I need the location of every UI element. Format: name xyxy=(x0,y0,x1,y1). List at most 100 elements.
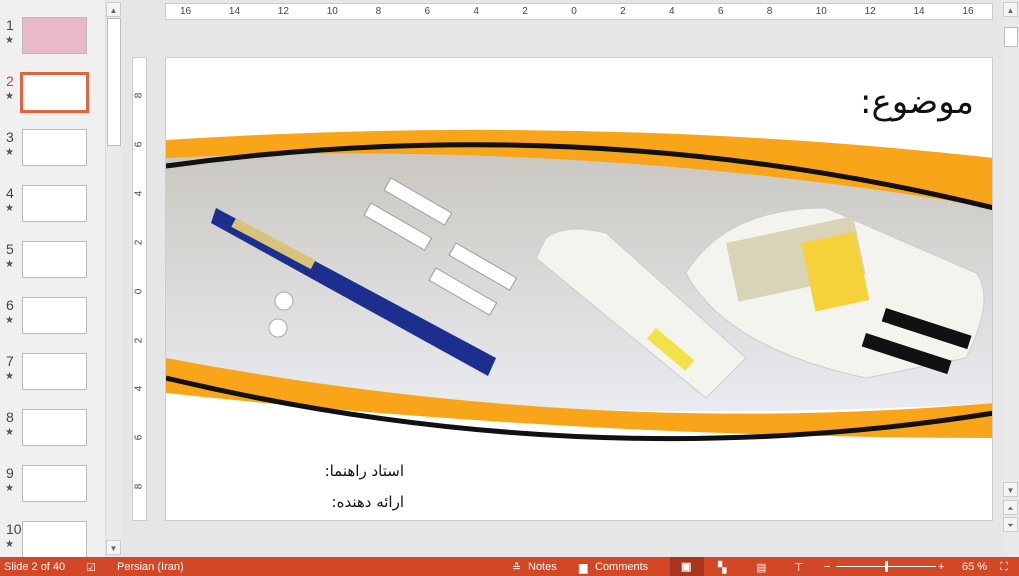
animation-star-icon: ★ xyxy=(5,315,14,326)
slide-number: 4 xyxy=(6,185,14,201)
ruler-label: 6 xyxy=(717,6,724,17)
slide-number: 5 xyxy=(6,241,14,257)
animation-star-icon: ★ xyxy=(5,371,14,382)
slide-thumbnail-panel: 1 ★ 2 ★ 3 ★ 4 ★ 5 ★ 6 ★ 7 ★ 8 ★ 9 ★ 10 ★ xyxy=(0,0,105,558)
ruler-label: 8 xyxy=(133,483,145,490)
ruler-label: 2 xyxy=(133,337,145,343)
slide-number: 10 xyxy=(6,521,22,537)
animation-star-icon: ★ xyxy=(5,483,14,494)
thumbnail-image xyxy=(22,465,87,502)
editor-scrollbar[interactable]: ▲ ▼ ⏶ ⏷ xyxy=(1003,0,1019,557)
slide-thumbnail[interactable]: 9 ★ xyxy=(0,465,105,515)
slide-number: 3 xyxy=(6,129,14,145)
slide-thumbnail[interactable]: 7 ★ xyxy=(0,353,105,403)
animation-star-icon: ★ xyxy=(5,203,14,214)
slide-thumbnail[interactable]: 6 ★ xyxy=(0,297,105,347)
ruler-label: 6 xyxy=(133,141,145,148)
slide-number: 2 xyxy=(6,73,14,89)
ruler-label: 8 xyxy=(133,92,145,99)
ruler-label: 2 xyxy=(522,6,528,17)
ruler-label: 4 xyxy=(473,6,479,17)
notes-icon[interactable]: ≙ xyxy=(512,561,521,574)
animation-star-icon: ★ xyxy=(5,539,14,550)
slide-thumbnail[interactable]: 2 ★ xyxy=(0,72,105,123)
scroll-down-button[interactable]: ▼ xyxy=(1003,482,1018,497)
ruler-label: 4 xyxy=(133,386,145,392)
slide-number: 7 xyxy=(6,353,14,369)
comments-button[interactable]: Comments xyxy=(595,561,648,573)
ruler-label: 12 xyxy=(277,6,289,17)
normal-view-button[interactable]: ▣ xyxy=(670,557,704,576)
animation-star-icon: ★ xyxy=(5,427,14,438)
thumbnail-image xyxy=(22,297,87,334)
ruler-label: 10 xyxy=(815,6,827,17)
language-indicator[interactable]: Persian (Iran) xyxy=(117,561,184,573)
thumbnail-image xyxy=(22,129,87,166)
reading-view-icon[interactable]: ▤ xyxy=(756,561,766,574)
ruler-label: 8 xyxy=(766,6,773,17)
ruler-label: 12 xyxy=(864,6,876,17)
scroll-down-button[interactable]: ▼ xyxy=(106,540,121,555)
comments-icon[interactable]: ▆ xyxy=(579,561,587,574)
spell-check-icon[interactable]: ☑ xyxy=(86,561,96,574)
ruler-label: 14 xyxy=(228,6,241,17)
next-slide-button[interactable]: ⏷ xyxy=(1003,517,1018,532)
ruler-label: 0 xyxy=(571,6,577,17)
thumbnail-scrollbar[interactable]: ▲ ▼ xyxy=(105,0,122,557)
ruler-label: 4 xyxy=(133,190,145,197)
thumbnail-image xyxy=(22,521,87,558)
vertical-ruler: 8 6 4 2 0 2 4 6 8 xyxy=(132,57,147,521)
slide-title[interactable]: موضوع: xyxy=(860,82,974,122)
animation-star-icon: ★ xyxy=(5,259,14,270)
slide-sorter-icon[interactable]: ▚ xyxy=(718,561,726,574)
ruler-label: 2 xyxy=(620,6,626,17)
ruler-label: 10 xyxy=(326,6,338,17)
previous-slide-button[interactable]: ⏶ xyxy=(1003,500,1018,515)
thumbnail-image xyxy=(22,17,87,54)
thumbnail-image xyxy=(20,72,89,113)
ruler-label: 2 xyxy=(133,239,145,245)
zoom-slider-thumb[interactable] xyxy=(885,561,888,572)
animation-star-icon: ★ xyxy=(5,91,14,102)
ruler-label: 0 xyxy=(133,288,145,294)
presenter-label[interactable]: ارائه دهنده: xyxy=(332,493,404,511)
slideshow-icon[interactable]: ⊤ xyxy=(794,561,804,574)
ruler-label: 6 xyxy=(424,6,431,17)
scroll-thumb[interactable] xyxy=(107,18,121,146)
status-bar: Slide 2 of 40 ☑ Persian (Iran) ≙ Notes ▆… xyxy=(0,557,1019,576)
fit-to-window-icon[interactable]: ⛶ xyxy=(1000,561,1008,574)
animation-star-icon: ★ xyxy=(5,35,14,46)
zoom-level[interactable]: 65 % xyxy=(962,561,987,573)
slide-number: 1 xyxy=(6,17,14,33)
thumbnail-image xyxy=(22,241,87,278)
slide-thumbnail[interactable]: 4 ★ xyxy=(0,185,105,235)
scroll-up-button[interactable]: ▲ xyxy=(1003,2,1018,17)
ruler-label: 16 xyxy=(962,6,974,17)
slide-background-image xyxy=(166,129,992,442)
slide-number: 9 xyxy=(6,465,14,481)
slide-thumbnail[interactable]: 3 ★ xyxy=(0,129,105,179)
thumbnail-image xyxy=(22,409,87,446)
ruler-label: 8 xyxy=(375,6,382,17)
animation-star-icon: ★ xyxy=(5,147,14,158)
scroll-thumb[interactable] xyxy=(1004,27,1018,47)
slide-canvas[interactable]: موضوع: استاد راهنما: ارائه دهنده: xyxy=(165,57,993,521)
zoom-out-button[interactable]: − xyxy=(824,561,830,573)
slide-thumbnail[interactable]: 8 ★ xyxy=(0,409,105,459)
slide-number: 6 xyxy=(6,297,14,313)
slide-thumbnail[interactable]: 5 ★ xyxy=(0,241,105,291)
thumbnail-image xyxy=(22,353,87,390)
thumbnail-image xyxy=(22,185,87,222)
ruler-label: 14 xyxy=(913,6,925,17)
slide-number: 8 xyxy=(6,409,14,425)
slide-counter: Slide 2 of 40 xyxy=(4,561,66,573)
horizontal-ruler: 16 14 12 10 8 6 4 2 0 2 4 6 8 10 12 14 16 xyxy=(165,3,993,20)
advisor-label[interactable]: استاد راهنما: xyxy=(325,462,404,480)
slide-thumbnail[interactable]: 1 ★ xyxy=(0,17,105,67)
scroll-up-button[interactable]: ▲ xyxy=(106,2,121,17)
ruler-label: 6 xyxy=(133,435,145,441)
ruler-label: 16 xyxy=(180,6,192,17)
notes-button[interactable]: Notes xyxy=(528,561,557,573)
zoom-in-button[interactable]: + xyxy=(938,561,944,573)
ruler-label: 4 xyxy=(669,6,675,17)
